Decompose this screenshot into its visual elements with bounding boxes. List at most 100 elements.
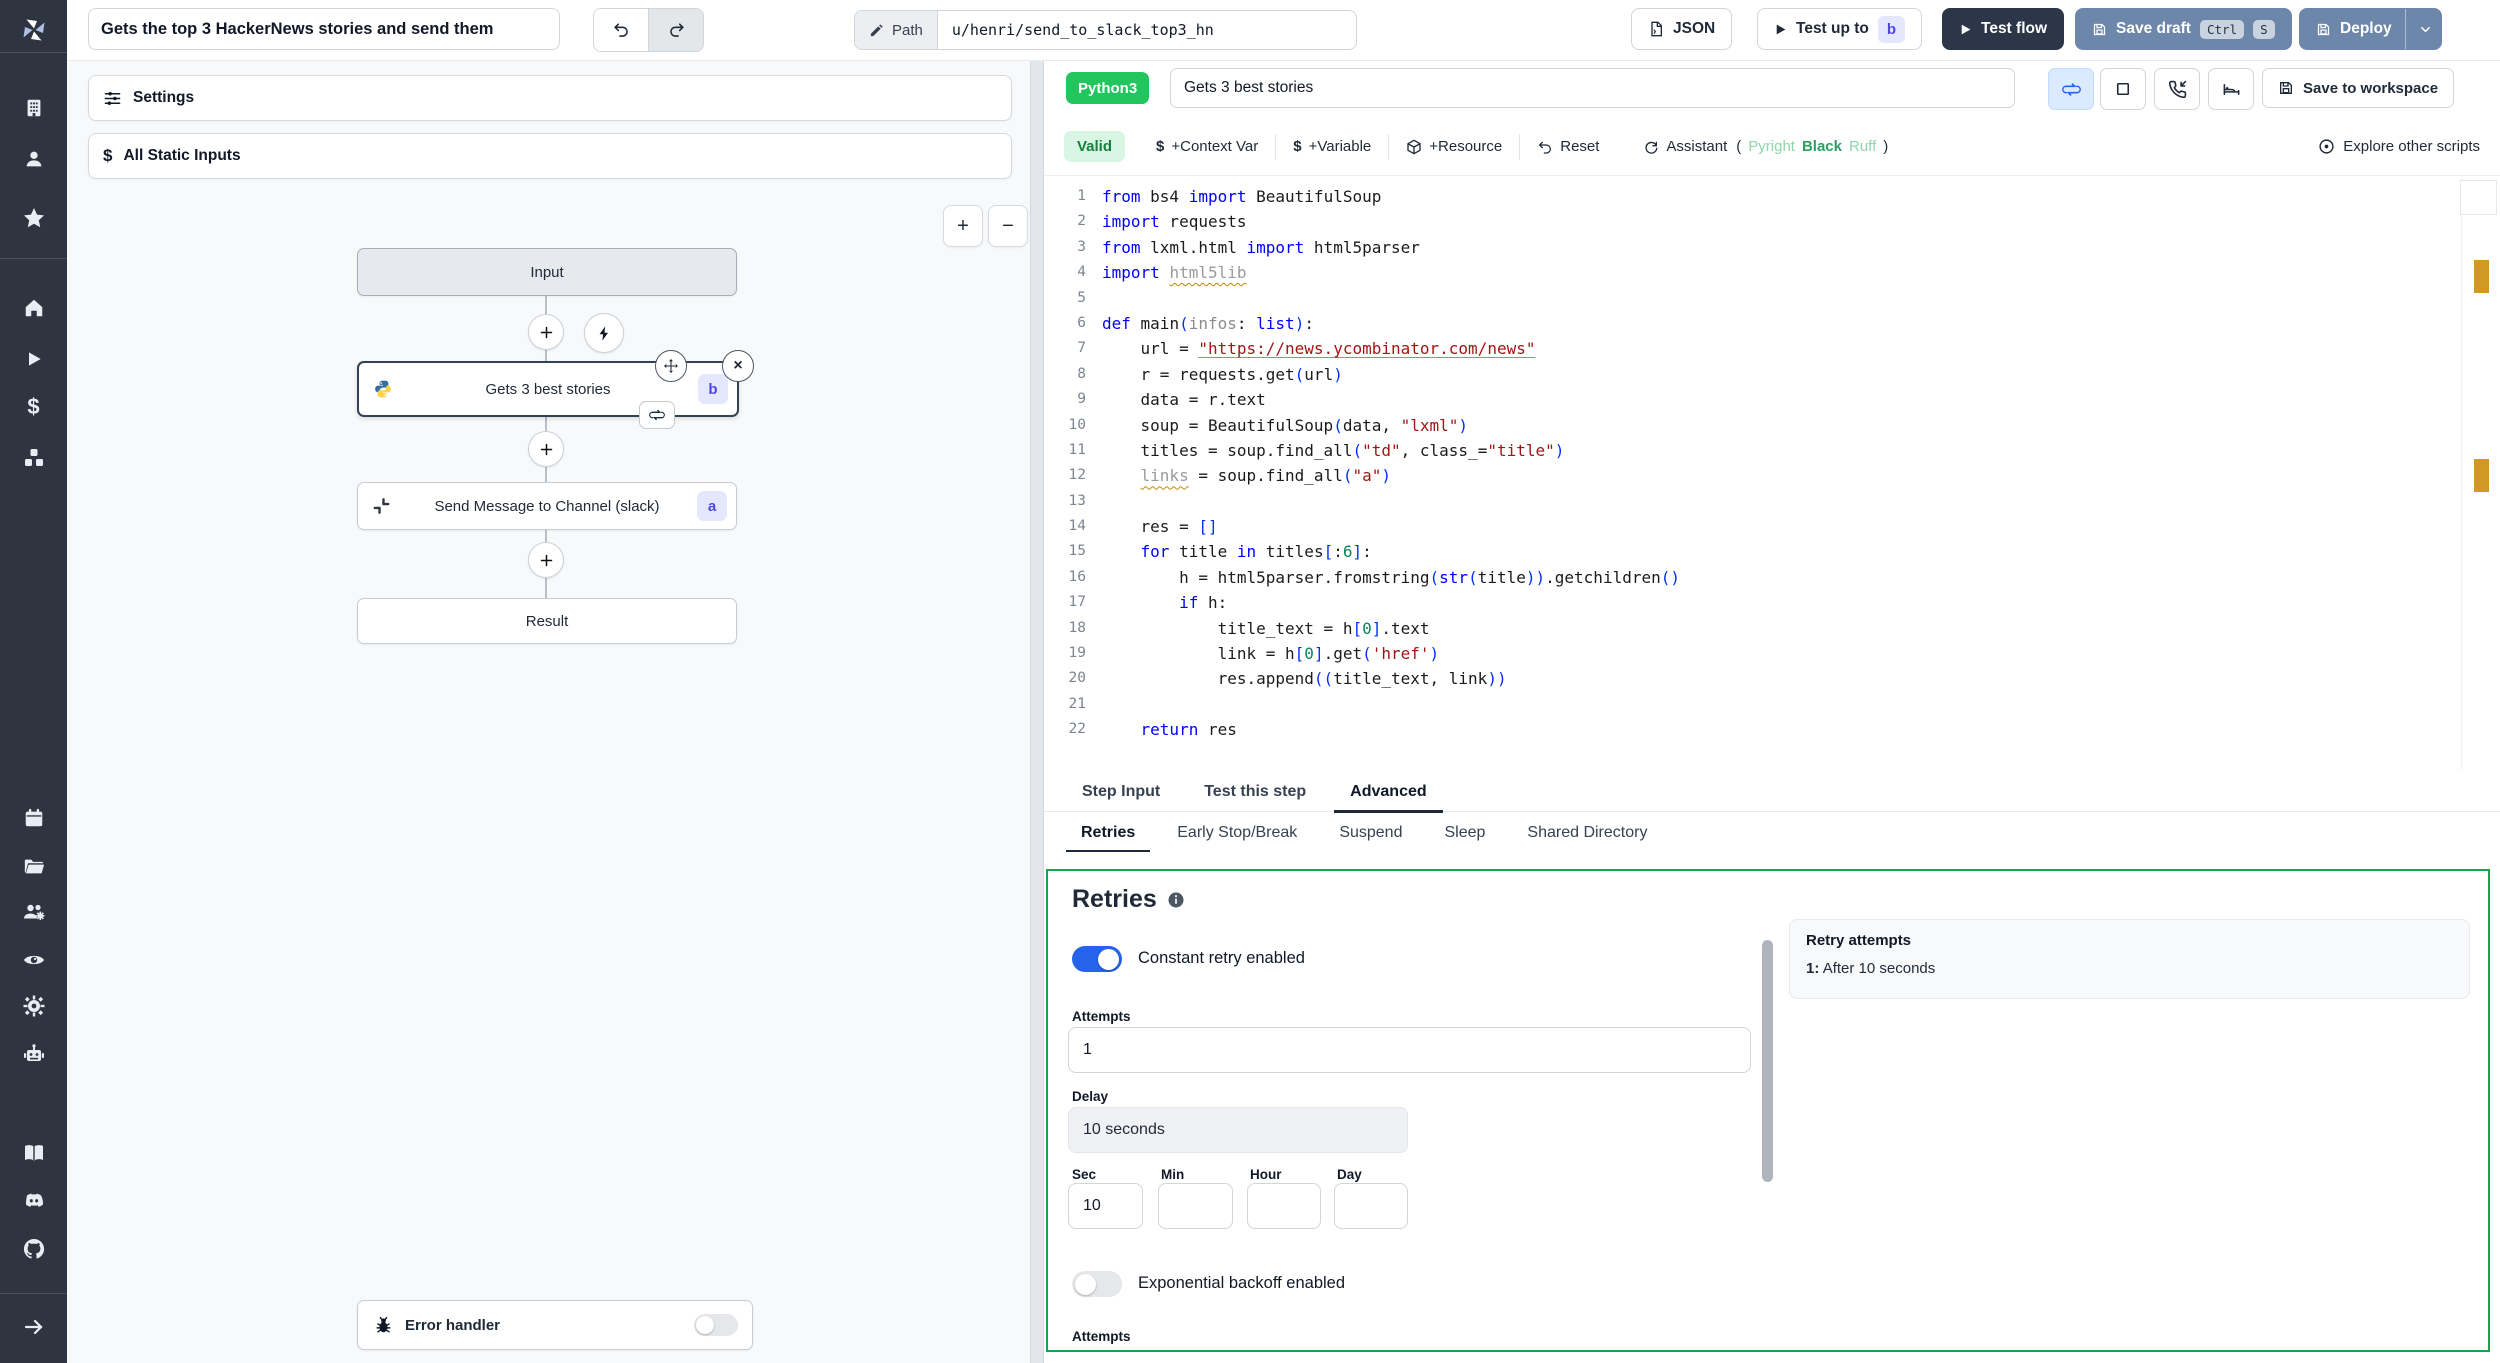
move-step-button[interactable] xyxy=(655,350,687,382)
reset-button[interactable]: Reset xyxy=(1520,132,1616,162)
all-static-inputs-bar[interactable]: $ All Static Inputs xyxy=(88,133,1012,179)
code-line[interactable]: 12 links = soup.find_all("a") xyxy=(1044,463,2500,488)
code-line[interactable]: 16 h = html5parser.fromstring(str(title)… xyxy=(1044,565,2500,590)
path-field[interactable]: Path u/henri/send_to_slack_top3_hn xyxy=(854,10,1357,50)
runs-play-icon[interactable] xyxy=(0,337,67,381)
github-icon[interactable] xyxy=(0,1227,67,1271)
zoom-out-button[interactable]: − xyxy=(988,205,1028,247)
code-line[interactable]: 13 xyxy=(1044,489,2500,514)
attempts-input[interactable] xyxy=(1068,1027,1751,1073)
discord-icon[interactable] xyxy=(0,1179,67,1223)
windmill-logo-icon[interactable] xyxy=(0,8,67,52)
sleep-bed-button[interactable] xyxy=(2208,68,2254,110)
test-flow-button[interactable]: Test flow xyxy=(1942,8,2065,50)
code-line[interactable]: 21 xyxy=(1044,692,2500,717)
audit-logs-eye-icon[interactable] xyxy=(0,938,67,982)
subtab-retries[interactable]: Retries xyxy=(1060,812,1156,854)
subtab-early-stop[interactable]: Early Stop/Break xyxy=(1156,812,1318,854)
tab-advanced[interactable]: Advanced xyxy=(1328,772,1448,813)
folders-icon[interactable] xyxy=(0,844,67,888)
sec-input[interactable] xyxy=(1068,1183,1143,1229)
variables-dollar-icon[interactable]: $ xyxy=(0,385,67,429)
path-value[interactable]: u/henri/send_to_slack_top3_hn xyxy=(938,11,1356,49)
test-up-to-button[interactable]: Test up to b xyxy=(1757,8,1922,50)
docs-book-icon[interactable] xyxy=(0,1131,67,1175)
code-line[interactable]: 7 url = "https://news.ycombinator.com/ne… xyxy=(1044,336,2500,361)
exponential-backoff-toggle[interactable] xyxy=(1072,1271,1122,1297)
subtab-sleep[interactable]: Sleep xyxy=(1423,812,1506,854)
deploy-button[interactable]: Deploy xyxy=(2299,8,2442,50)
deploy-dropdown-button[interactable] xyxy=(2404,9,2433,49)
settings-gear-icon[interactable] xyxy=(0,984,67,1028)
code-line[interactable]: 8 r = requests.get(url) xyxy=(1044,362,2500,387)
explore-other-scripts-button[interactable]: Explore other scripts xyxy=(2318,138,2480,155)
constant-retry-toggle[interactable] xyxy=(1072,946,1122,972)
add-resource-button[interactable]: +Resource xyxy=(1389,132,1519,162)
save-to-workspace-button[interactable]: Save to workspace xyxy=(2262,68,2455,108)
code-line[interactable]: 6 def main(infos: list): xyxy=(1044,311,2500,336)
code-line[interactable]: 3 from lxml.html import html5parser xyxy=(1044,235,2500,260)
add-step-button[interactable] xyxy=(528,431,564,467)
undo-button[interactable] xyxy=(594,9,648,51)
code-line[interactable]: 20 res.append((title_text, link)) xyxy=(1044,666,2500,691)
info-icon[interactable] xyxy=(1167,891,1185,909)
code-line[interactable]: 22 return res xyxy=(1044,717,2500,742)
groups-icon[interactable] xyxy=(0,890,67,934)
error-handler-toggle[interactable] xyxy=(694,1314,738,1336)
early-stop-button[interactable] xyxy=(2100,68,2146,110)
trigger-bolt-button[interactable] xyxy=(584,313,624,353)
code-line[interactable]: 5 xyxy=(1044,286,2500,311)
add-variable-button[interactable]: $ +Variable xyxy=(1276,132,1388,162)
delete-step-button[interactable]: × xyxy=(722,350,754,382)
workspace-icon[interactable] xyxy=(0,86,67,130)
flow-settings-bar[interactable]: Settings xyxy=(88,75,1012,121)
suspend-phone-button[interactable] xyxy=(2154,68,2200,110)
redo-button[interactable] xyxy=(648,9,703,51)
code-line[interactable]: 10 soup = BeautifulSoup(data, "lxml") xyxy=(1044,413,2500,438)
code-line[interactable]: 15 for title in titles[:6]: xyxy=(1044,539,2500,564)
code-line[interactable]: 11 titles = soup.find_all("td", class_="… xyxy=(1044,438,2500,463)
retry-settings-button[interactable] xyxy=(2048,68,2094,110)
subtab-suspend[interactable]: Suspend xyxy=(1318,812,1423,854)
zoom-in-button[interactable]: + xyxy=(943,205,983,247)
retries-scrollbar[interactable] xyxy=(1762,940,1773,1182)
bug-icon xyxy=(376,1316,391,1333)
json-button[interactable]: JSON xyxy=(1631,8,1733,50)
code-line[interactable]: 1 from bs4 import BeautifulSoup xyxy=(1044,184,2500,209)
code-line[interactable]: 2 import requests xyxy=(1044,209,2500,234)
save-draft-button[interactable]: Save draft Ctrl S xyxy=(2075,8,2292,50)
code-line[interactable]: 4 import html5lib xyxy=(1044,260,2500,285)
subtab-shared-directory[interactable]: Shared Directory xyxy=(1506,812,1668,854)
code-line[interactable]: 14 res = [] xyxy=(1044,514,2500,539)
assistant-button[interactable]: Assistant (Pyright Black Ruff) xyxy=(1626,132,1905,162)
favorites-star-icon[interactable] xyxy=(0,196,67,240)
home-icon[interactable] xyxy=(0,286,67,330)
code-line[interactable]: 18 title_text = h[0].text xyxy=(1044,616,2500,641)
flow-node-step-a[interactable]: Send Message to Channel (slack) a xyxy=(357,482,737,530)
code-editor[interactable]: 1 from bs4 import BeautifulSoup 2 import re… xyxy=(1044,178,2500,770)
step-name-input[interactable] xyxy=(1170,68,2015,108)
workers-robot-icon[interactable] xyxy=(0,1032,67,1076)
add-step-button[interactable] xyxy=(528,542,564,578)
resources-cubes-icon[interactable] xyxy=(0,436,67,480)
error-handler-node[interactable]: Error handler xyxy=(357,1300,753,1350)
flow-title-input[interactable] xyxy=(88,8,560,50)
code-line[interactable]: 19 link = h[0].get('href') xyxy=(1044,641,2500,666)
panel-resize-handle[interactable] xyxy=(1030,60,1044,1363)
day-input[interactable] xyxy=(1334,1183,1408,1229)
expand-sidebar-arrow-icon[interactable] xyxy=(0,1305,67,1349)
step-retry-indicator-button[interactable] xyxy=(639,401,675,429)
add-step-button[interactable] xyxy=(528,314,564,350)
hour-input[interactable] xyxy=(1247,1183,1321,1229)
schedules-calendar-icon[interactable] xyxy=(0,796,67,840)
min-input[interactable] xyxy=(1158,1183,1233,1229)
flow-node-input[interactable]: Input xyxy=(357,248,737,296)
tab-step-input[interactable]: Step Input xyxy=(1060,772,1182,812)
flow-node-result[interactable]: Result xyxy=(357,598,737,644)
code-line[interactable]: 17 if h: xyxy=(1044,590,2500,615)
tab-test-this-step[interactable]: Test this step xyxy=(1182,772,1328,812)
code-line[interactable]: 9 data = r.text xyxy=(1044,387,2500,412)
user-icon[interactable] xyxy=(0,137,67,181)
add-context-var-button[interactable]: $ +Context Var xyxy=(1139,132,1275,162)
editor-overview-ruler[interactable] xyxy=(2460,178,2500,770)
